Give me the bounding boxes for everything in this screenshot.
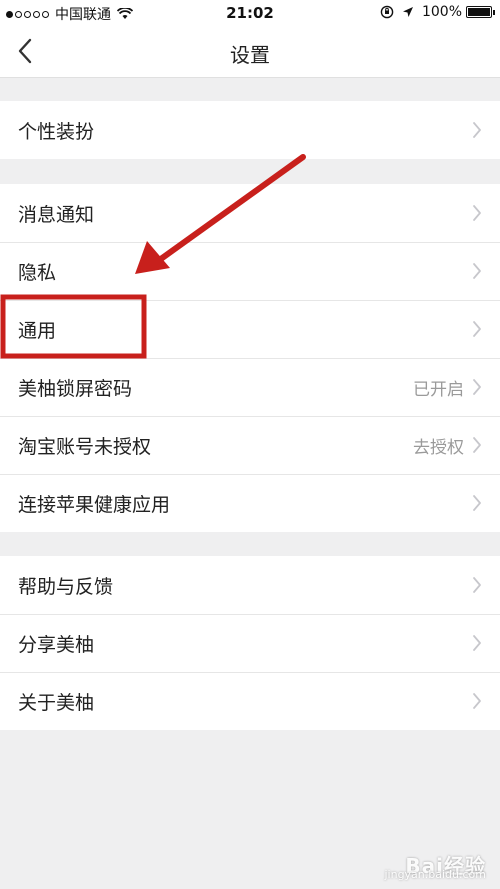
navigation-bar: 设置 (0, 26, 500, 78)
settings-row[interactable]: 消息通知 (0, 184, 500, 242)
settings-group: 个性装扮 (0, 101, 500, 159)
settings-row-label: 关于美柚 (18, 691, 95, 714)
location-arrow-icon (402, 7, 413, 17)
settings-row-value: 去授权 (413, 437, 464, 458)
settings-row[interactable]: 帮助与反馈 (0, 556, 500, 614)
chevron-right-icon (470, 692, 484, 710)
chevron-right-icon (470, 436, 484, 454)
settings-row-label: 帮助与反馈 (18, 575, 114, 598)
settings-row[interactable]: 美柚锁屏密码 已开启 (0, 358, 500, 416)
battery-percentage: 100% (421, 4, 462, 20)
chevron-right-icon (470, 576, 484, 594)
settings-row-label: 淘宝账号未授权 (18, 435, 152, 458)
settings-row-label: 连接苹果健康应用 (18, 493, 171, 516)
battery-fill (468, 8, 490, 16)
settings-group: 消息通知隐私通用美柚锁屏密码 已开启淘宝账号未授权 去授权连接苹果健康应用 (0, 184, 500, 532)
settings-row-label: 个性装扮 (18, 120, 95, 143)
page-title: 设置 (230, 43, 270, 67)
settings-row-label: 分享美柚 (18, 633, 95, 656)
settings-row[interactable]: 个性装扮 (0, 101, 500, 159)
chevron-right-icon (470, 634, 484, 652)
settings-row[interactable]: 隐私 (0, 242, 500, 300)
chevron-right-icon (470, 121, 484, 139)
chevron-right-icon (470, 320, 484, 338)
chevron-right-icon (470, 494, 484, 512)
chevron-right-icon (470, 378, 484, 396)
settings-row[interactable]: 关于美柚 (0, 672, 500, 730)
settings-row[interactable]: 分享美柚 (0, 614, 500, 672)
settings-row[interactable]: 淘宝账号未授权 去授权 (0, 416, 500, 474)
settings-row-label: 美柚锁屏密码 (18, 377, 133, 400)
settings-row-label: 通用 (18, 319, 57, 342)
chevron-right-icon (470, 204, 484, 222)
settings-row[interactable]: 通用 (0, 300, 500, 358)
settings-row[interactable]: 连接苹果健康应用 (0, 474, 500, 532)
rotation-lock-icon (380, 5, 394, 19)
baidu-watermark: Bai经验 jingyan.baidu.com (384, 850, 486, 881)
battery-icon (466, 6, 495, 18)
status-bar: 中国联通 21:02 100% (0, 0, 500, 26)
settings-row-label: 隐私 (18, 261, 57, 284)
settings-row-label: 消息通知 (18, 203, 95, 226)
watermark-url: jingyan.baidu.com (384, 868, 486, 881)
chevron-right-icon (470, 262, 484, 280)
settings-row-value: 已开启 (413, 379, 464, 400)
status-bar-right: 100% (380, 4, 495, 20)
settings-group: 帮助与反馈分享美柚关于美柚 (0, 556, 500, 730)
